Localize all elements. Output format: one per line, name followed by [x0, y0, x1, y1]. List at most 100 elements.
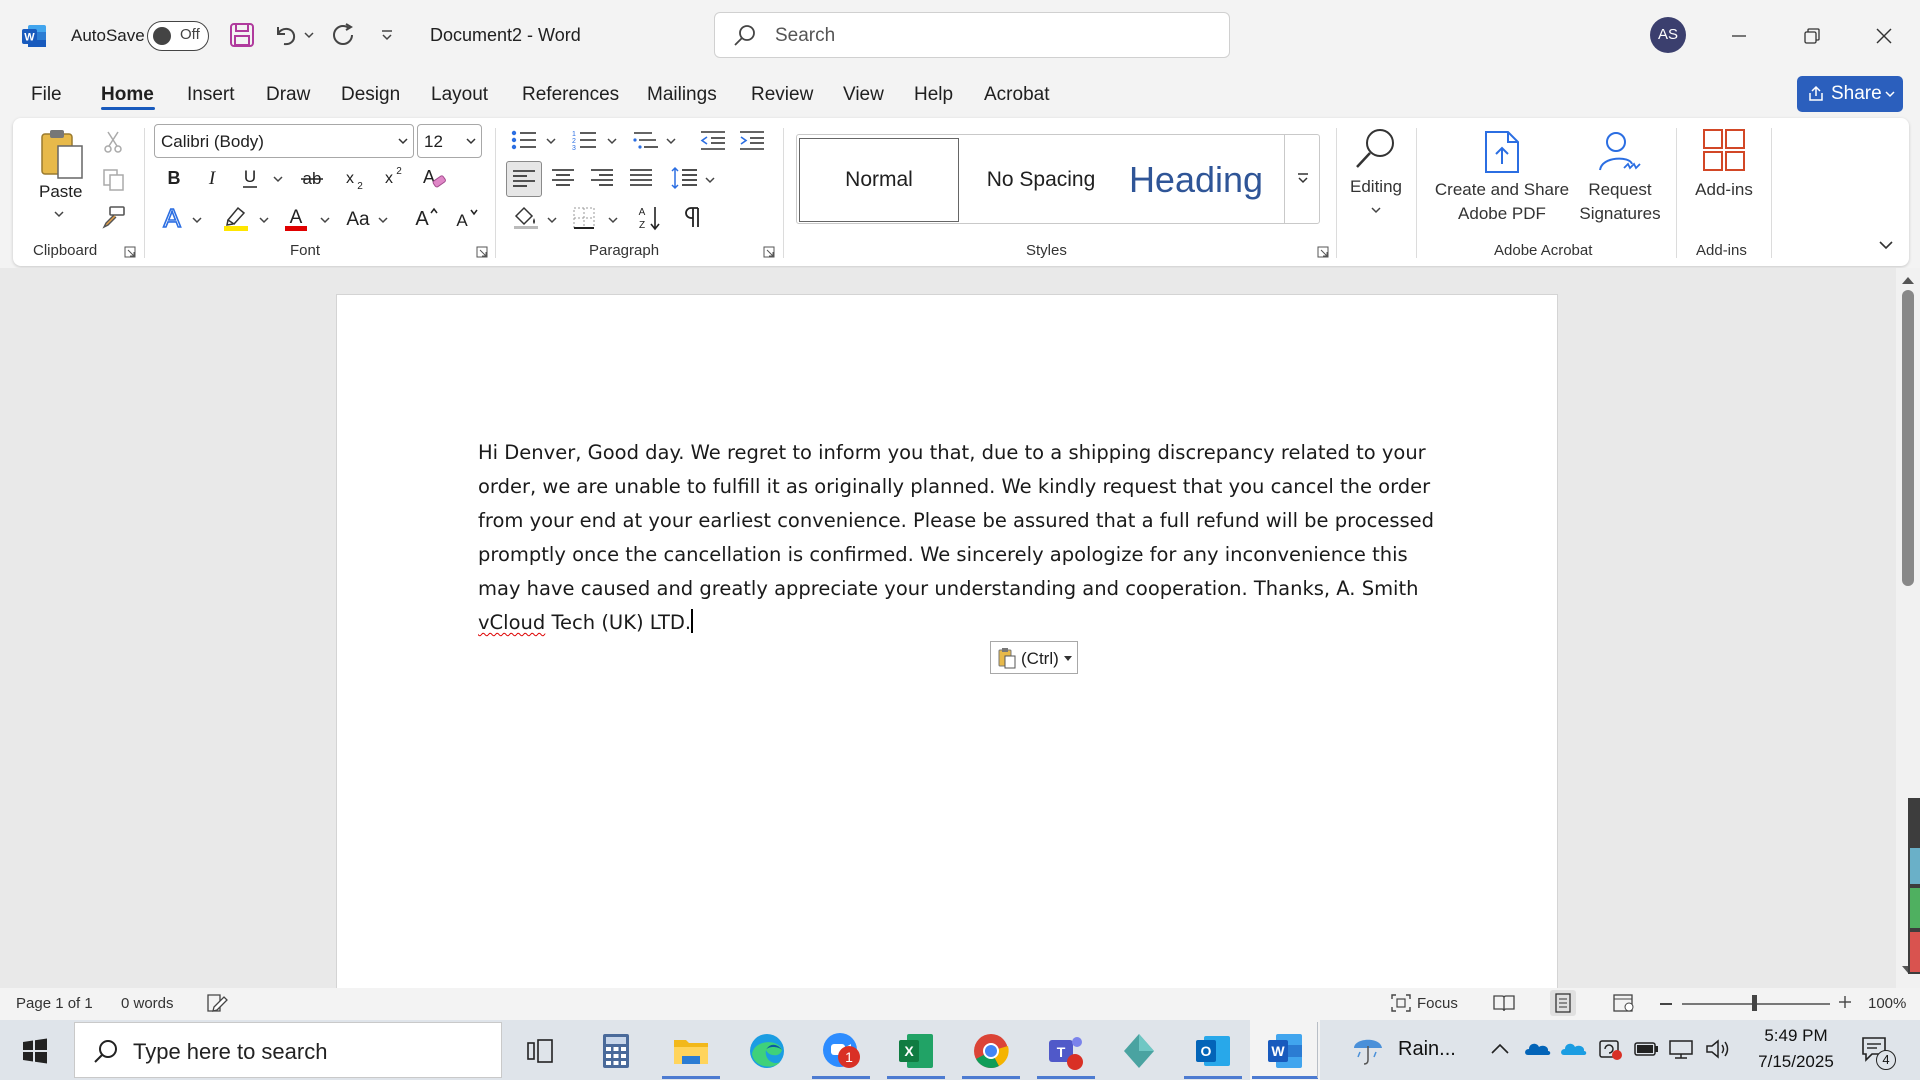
- scrollbar-thumb[interactable]: [1902, 290, 1914, 586]
- chrome-app-icon[interactable]: [968, 1028, 1014, 1074]
- text-effects-dropdown-icon[interactable]: [192, 216, 202, 224]
- add-ins-icon[interactable]: [1702, 128, 1746, 172]
- change-case-dropdown-icon[interactable]: [378, 216, 388, 224]
- ribbon-collapse-icon[interactable]: [1878, 239, 1894, 251]
- volume-icon[interactable]: [1704, 1038, 1732, 1060]
- align-right-icon[interactable]: [590, 168, 614, 188]
- increase-indent-icon[interactable]: [738, 128, 766, 152]
- misspelled-word[interactable]: vCloud: [478, 611, 545, 634]
- font-launcher-icon[interactable]: [476, 246, 488, 258]
- borders-icon[interactable]: [572, 206, 596, 230]
- tab-references[interactable]: References: [522, 84, 619, 106]
- strikethrough-icon[interactable]: ab: [299, 167, 325, 189]
- style-no-spacing[interactable]: No Spacing: [966, 136, 1116, 224]
- teams-app-icon[interactable]: T: [1043, 1028, 1089, 1074]
- battery-icon[interactable]: [1633, 1038, 1659, 1060]
- onedrive-personal-icon[interactable]: [1560, 1038, 1588, 1060]
- weather-text[interactable]: Rain...: [1398, 1038, 1456, 1061]
- focus-label[interactable]: Focus: [1417, 995, 1458, 1012]
- undo-icon[interactable]: [272, 22, 298, 48]
- numbering-icon[interactable]: 123: [570, 128, 598, 152]
- zoom-level[interactable]: 100%: [1868, 995, 1906, 1012]
- underline-dropdown-icon[interactable]: [273, 175, 283, 183]
- cut-icon[interactable]: [102, 130, 124, 154]
- undo-dropdown-icon[interactable]: [304, 31, 314, 39]
- tab-help[interactable]: Help: [914, 84, 953, 106]
- show-hidden-icons-icon[interactable]: [1490, 1042, 1510, 1056]
- taskbar-search-box[interactable]: Type here to search: [74, 1022, 502, 1078]
- bullets-dropdown-icon[interactable]: [546, 137, 556, 145]
- format-painter-icon[interactable]: [100, 205, 126, 229]
- print-layout-button[interactable]: [1550, 990, 1576, 1016]
- multilevel-list-icon[interactable]: [632, 128, 660, 152]
- restore-icon[interactable]: [1802, 26, 1822, 46]
- change-case-icon[interactable]: Aa: [345, 206, 379, 230]
- clipboard-launcher-icon[interactable]: [124, 246, 136, 258]
- highlight-icon[interactable]: [222, 204, 250, 232]
- edge-app-icon[interactable]: [744, 1028, 790, 1074]
- font-size-combo[interactable]: 12: [417, 124, 482, 158]
- file-explorer-app-icon[interactable]: [668, 1028, 714, 1074]
- show-formatting-marks-icon[interactable]: [682, 205, 702, 229]
- zoom-in-icon[interactable]: [1838, 995, 1852, 1009]
- network-icon[interactable]: [1668, 1038, 1696, 1060]
- proofing-icon[interactable]: [206, 993, 228, 1013]
- document-body-text[interactable]: Hi Denver, Good day. We regret to inform…: [478, 436, 1438, 640]
- share-button[interactable]: Share: [1797, 76, 1903, 112]
- onedrive-icon[interactable]: [1524, 1038, 1552, 1060]
- editing-dropdown-icon[interactable]: [1371, 206, 1381, 214]
- multilevel-dropdown-icon[interactable]: [666, 137, 676, 145]
- font-color-dropdown-icon[interactable]: [320, 216, 330, 224]
- tab-mailings[interactable]: Mailings: [647, 84, 717, 106]
- decrease-indent-icon[interactable]: [699, 128, 727, 152]
- close-icon[interactable]: [1874, 26, 1894, 46]
- paste-label[interactable]: Paste: [39, 182, 82, 202]
- shrink-font-icon[interactable]: A: [452, 206, 480, 230]
- add-ins-label[interactable]: Add-ins: [1690, 178, 1758, 202]
- grow-font-icon[interactable]: A: [412, 205, 440, 229]
- save-icon[interactable]: [229, 22, 255, 48]
- editing-label[interactable]: Editing: [1348, 175, 1404, 199]
- page-count[interactable]: Page 1 of 1: [16, 995, 93, 1012]
- search-box[interactable]: Search: [714, 12, 1230, 58]
- tab-home[interactable]: Home: [101, 84, 154, 106]
- tab-layout[interactable]: Layout: [431, 84, 488, 106]
- tab-view[interactable]: View: [843, 84, 884, 106]
- bullets-icon[interactable]: [510, 128, 538, 152]
- font-name-combo[interactable]: Calibri (Body): [154, 124, 414, 158]
- superscript-icon[interactable]: x2: [381, 164, 405, 188]
- clear-formatting-icon[interactable]: A: [419, 165, 447, 191]
- security-icon[interactable]: [1597, 1036, 1623, 1062]
- paste-options-button[interactable]: (Ctrl): [990, 641, 1078, 674]
- align-left-button[interactable]: [506, 161, 542, 197]
- editing-search-icon[interactable]: [1352, 125, 1400, 173]
- tab-review[interactable]: Review: [751, 84, 813, 106]
- styles-more-button[interactable]: [1284, 134, 1320, 224]
- clock-date[interactable]: 7/15/2025: [1746, 1052, 1846, 1072]
- paste-icon[interactable]: [38, 128, 88, 184]
- customize-toolbar-icon[interactable]: [380, 28, 394, 42]
- word-app-icon[interactable]: W: [1262, 1028, 1308, 1074]
- redo-icon[interactable]: [330, 22, 356, 48]
- zoom-out-icon[interactable]: [1660, 1003, 1672, 1005]
- tab-file[interactable]: File: [31, 84, 62, 106]
- scroll-up-icon[interactable]: [1900, 274, 1916, 286]
- user-avatar[interactable]: AS: [1650, 17, 1686, 53]
- tab-insert[interactable]: Insert: [187, 84, 235, 106]
- zoom-slider-handle[interactable]: [1752, 995, 1757, 1011]
- windows-start-icon[interactable]: [22, 1038, 48, 1064]
- document-page[interactable]: [336, 294, 1558, 1014]
- paragraph-launcher-icon[interactable]: [763, 246, 775, 258]
- tab-design[interactable]: Design: [341, 84, 400, 106]
- task-view-icon[interactable]: [525, 1037, 555, 1065]
- styles-launcher-icon[interactable]: [1317, 246, 1329, 258]
- line-spacing-dropdown-icon[interactable]: [705, 176, 715, 184]
- justify-icon[interactable]: [629, 168, 653, 188]
- subscript-icon[interactable]: x2: [342, 167, 366, 191]
- clock-time[interactable]: 5:49 PM: [1756, 1026, 1836, 1046]
- read-mode-icon[interactable]: [1492, 993, 1516, 1013]
- tab-draw[interactable]: Draw: [266, 84, 310, 106]
- create-pdf-icon[interactable]: [1480, 128, 1524, 176]
- word-count[interactable]: 0 words: [121, 995, 174, 1012]
- calculator-app-icon[interactable]: [593, 1028, 639, 1074]
